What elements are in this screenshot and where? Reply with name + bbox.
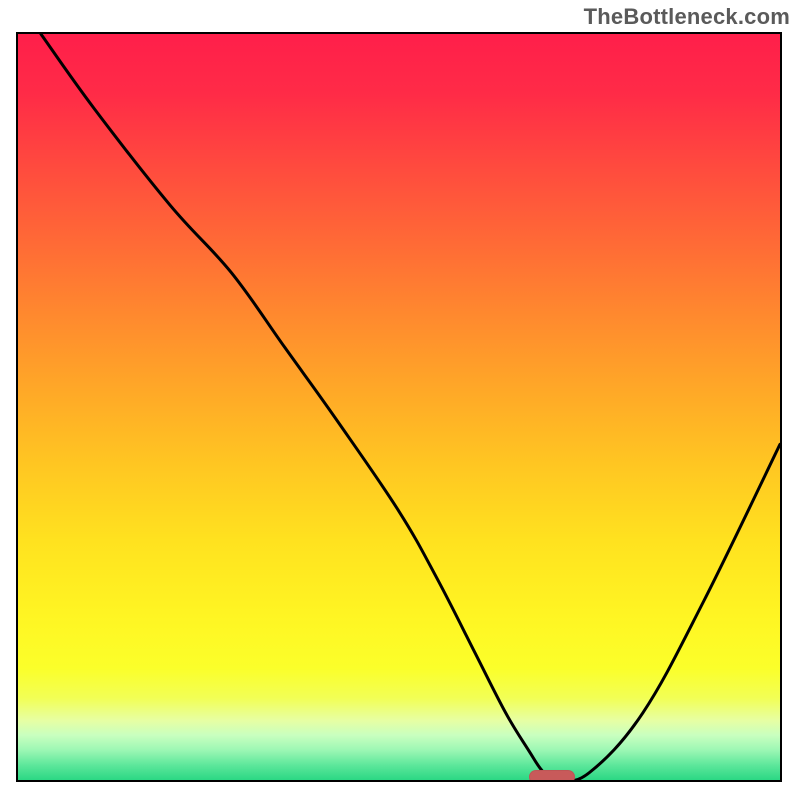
plot-area (16, 32, 782, 782)
bottleneck-curve (18, 34, 780, 780)
optimal-marker (529, 770, 575, 782)
watermark-text: TheBottleneck.com (584, 4, 790, 30)
curve-path (41, 34, 780, 780)
chart-container: TheBottleneck.com (0, 0, 800, 800)
